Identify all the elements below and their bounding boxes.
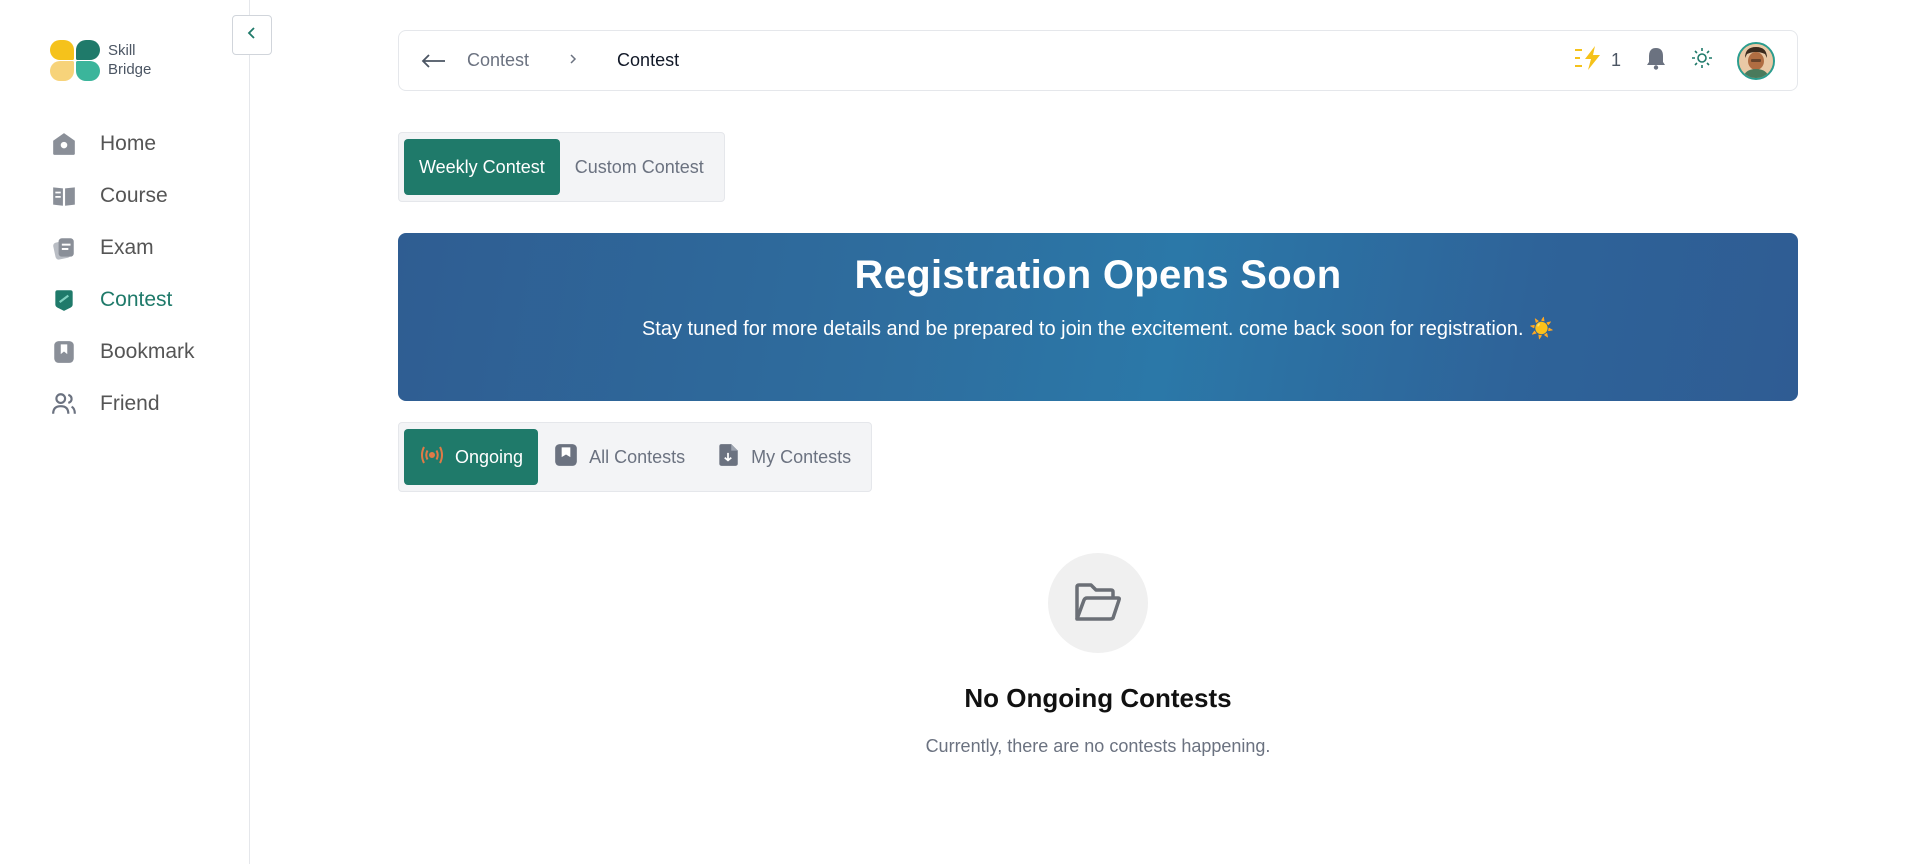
app-root: Skill Bridge Home Course Exam Contest Bo… <box>0 0 1919 864</box>
tab-custom-contest[interactable]: Custom Contest <box>560 139 719 195</box>
sidebar-item-label: Contest <box>100 288 173 311</box>
home-icon <box>50 130 78 158</box>
banner-message: Stay tuned for more details and be prepa… <box>641 318 1555 340</box>
tab-ongoing-label: Ongoing <box>455 446 524 467</box>
lightning-icon <box>1574 45 1605 76</box>
breadcrumb-parent[interactable]: Contest <box>467 50 529 71</box>
users-icon <box>50 390 78 418</box>
contest-type-tabs: Weekly Contest Custom Contest <box>398 132 725 202</box>
header-actions: 1 <box>1574 41 1775 80</box>
arrow-left-icon[interactable] <box>421 48 447 74</box>
sidebar-item-course[interactable]: Course <box>50 170 240 222</box>
sidebar-item-label: Course <box>100 184 168 207</box>
brand-logo[interactable]: Skill Bridge <box>50 40 151 81</box>
tab-my-contests[interactable]: My Contests <box>700 429 866 485</box>
bookmark-icon <box>553 442 579 473</box>
registration-banner: Registration Opens Soon Stay tuned for m… <box>398 233 1798 401</box>
contest-icon <box>50 286 78 314</box>
sidebar-item-label: Bookmark <box>100 340 195 363</box>
exam-icon <box>50 234 78 262</box>
tab-weekly-contest[interactable]: Weekly Contest <box>404 139 560 195</box>
breadcrumb-current: Contest <box>617 50 680 70</box>
sidebar-item-contest[interactable]: Contest <box>50 274 240 326</box>
top-bar: Contest Contest 1 <box>398 30 1798 91</box>
brand-name-line1: Skill <box>108 42 136 59</box>
tab-all-contests[interactable]: All Contests <box>538 429 700 485</box>
bookmark-icon <box>50 338 78 366</box>
broadcast-icon <box>419 442 445 473</box>
chevron-right-icon <box>569 52 577 70</box>
banner-title: Registration Opens Soon <box>854 253 1342 297</box>
sidebar-item-label: Friend <box>100 392 160 415</box>
user-avatar[interactable] <box>1737 41 1775 80</box>
contest-status-tabs: Ongoing All Contests My Contests <box>398 422 873 492</box>
sidebar: Skill Bridge Home Course Exam Contest Bo… <box>0 0 250 864</box>
book-open-icon <box>50 182 78 210</box>
tab-ongoing[interactable]: Ongoing <box>404 429 539 485</box>
tab-all-contests-label: All Contests <box>589 446 686 467</box>
sidebar-item-bookmark[interactable]: Bookmark <box>50 326 240 378</box>
bell-icon[interactable] <box>1645 46 1667 75</box>
folder-open-icon <box>1048 553 1148 653</box>
document-download-icon <box>715 442 741 473</box>
breadcrumb: Contest Contest <box>421 48 679 74</box>
tab-my-contests-label: My Contests <box>751 446 852 467</box>
sidebar-nav: Home Course Exam Contest Bookmark Friend <box>50 118 240 430</box>
brand-name-line2: Bridge <box>108 61 152 78</box>
streak-counter[interactable]: 1 <box>1574 45 1621 76</box>
sidebar-item-exam[interactable]: Exam <box>50 222 240 274</box>
collapse-sidebar-button[interactable] <box>232 15 272 55</box>
sidebar-item-label: Exam <box>100 236 154 259</box>
empty-state: No Ongoing Contests Currently, there are… <box>398 553 1798 757</box>
chevron-left-icon <box>246 26 258 45</box>
empty-state-title: No Ongoing Contests <box>964 683 1232 713</box>
logo-icon <box>50 40 100 81</box>
sun-icon[interactable] <box>1691 47 1713 74</box>
brand-name: Skill Bridge <box>108 41 151 79</box>
sidebar-item-home[interactable]: Home <box>50 118 240 170</box>
streak-count: 1 <box>1610 50 1621 70</box>
sidebar-item-label: Home <box>100 132 157 155</box>
empty-state-message: Currently, there are no contests happeni… <box>925 736 1271 756</box>
sidebar-item-friend[interactable]: Friend <box>50 378 240 430</box>
